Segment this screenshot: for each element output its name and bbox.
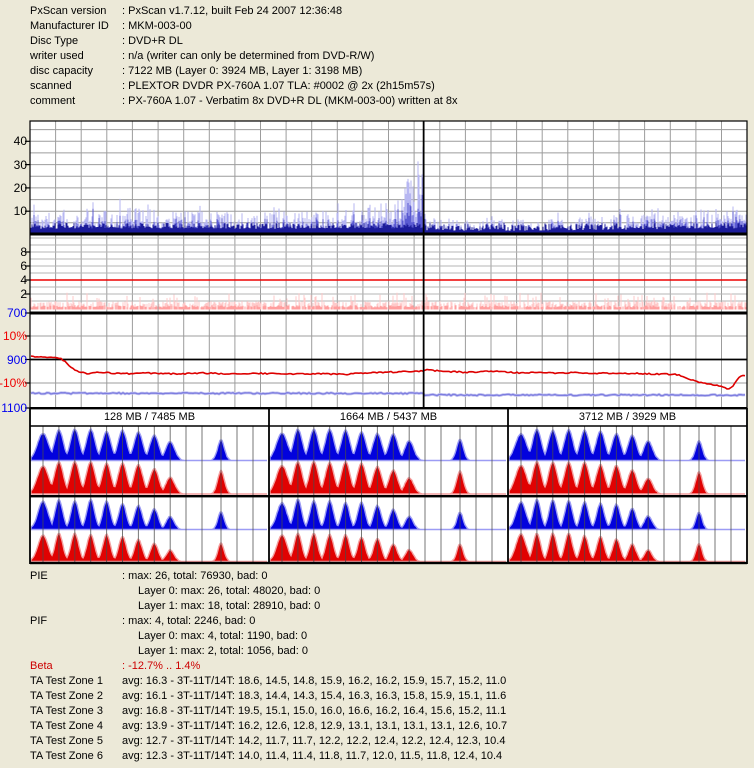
info-label: Disc Type: [30, 34, 122, 49]
summary-value: : -12.7% .. 1.4%: [122, 659, 200, 674]
summary-value: Layer 1: max: 18, total: 28910, bad: 0: [122, 599, 320, 614]
info-row: disc capacity: 7122 MB (Layer 0: 3924 MB…: [30, 64, 750, 79]
info-row: Manufacturer ID: MKM-003-00: [30, 19, 750, 34]
info-row: PxScan version: PxScan v1.7.12, built Fe…: [30, 4, 750, 19]
summary-row: TA Test Zone 4avg: 13.9 - 3T-11T/14T: 16…: [30, 719, 754, 734]
pif-axis-tick-8: 8: [20, 245, 27, 259]
summary-label: TA Test Zone 3: [30, 704, 122, 719]
info-value: : DVD+R DL: [122, 34, 183, 49]
summary-label: TA Test Zone 5: [30, 734, 122, 749]
info-row: writer used: n/a (writer can only be det…: [30, 49, 750, 64]
summary-row: Layer 1: max: 2, total: 1056, bad: 0: [30, 644, 754, 659]
beta-axis-tick-900: 900: [7, 353, 27, 367]
beta-axis-tick-minus10pct: -10%: [0, 376, 27, 390]
summary-value: Layer 0: max: 4, total: 1190, bad: 0: [122, 629, 307, 644]
summary-row: Beta: -12.7% .. 1.4%: [30, 659, 754, 674]
summary-value: avg: 13.9 - 3T-11T/14T: 16.2, 12.6, 12.8…: [122, 719, 507, 734]
histogram-zone-header-1: 128 MB / 7485 MB: [30, 410, 269, 425]
summary-row: PIE: max: 26, total: 76930, bad: 0: [30, 569, 754, 584]
pie-axis-tick-40: 40: [14, 134, 27, 148]
info-row: scanned: PLEXTOR DVDR PX-760A 1.07 TLA: …: [30, 79, 750, 94]
summary-row: TA Test Zone 2avg: 16.1 - 3T-11T/14T: 18…: [30, 689, 754, 704]
summary-row: TA Test Zone 5avg: 12.7 - 3T-11T/14T: 14…: [30, 734, 754, 749]
summary-value: avg: 16.8 - 3T-11T/14T: 19.5, 15.1, 15.0…: [122, 704, 506, 719]
info-label: PxScan version: [30, 4, 122, 19]
info-label: scanned: [30, 79, 122, 94]
summary-label: TA Test Zone 6: [30, 749, 122, 764]
beta-axis-tick-700: 700: [7, 306, 27, 320]
summary-row: Layer 0: max: 4, total: 1190, bad: 0: [30, 629, 754, 644]
info-label: writer used: [30, 49, 122, 64]
summary-row: TA Test Zone 6avg: 12.3 - 3T-11T/14T: 14…: [30, 749, 754, 764]
summary-value: avg: 16.3 - 3T-11T/14T: 18.6, 14.5, 14.8…: [122, 674, 506, 689]
histogram-zone-header-2: 1664 MB / 5437 MB: [269, 410, 508, 425]
info-value: : PX-760A 1.07 - Verbatim 8x DVD+R DL (M…: [122, 94, 458, 109]
info-value: : PxScan v1.7.12, built Feb 24 2007 12:3…: [122, 4, 342, 19]
info-row: Disc Type: DVD+R DL: [30, 34, 750, 49]
pie-axis-tick-10: 10: [14, 204, 27, 218]
scan-summary: PIE: max: 26, total: 76930, bad: 0 Layer…: [30, 569, 754, 764]
summary-value: : max: 26, total: 76930, bad: 0: [122, 569, 268, 584]
pif-axis-tick-6: 6: [20, 259, 27, 273]
info-value: : PLEXTOR DVDR PX-760A 1.07 TLA: #0002 @…: [122, 79, 435, 94]
pie-axis-tick-20: 20: [14, 181, 27, 195]
summary-value: avg: 12.3 - 3T-11T/14T: 14.0, 11.4, 11.4…: [122, 749, 502, 764]
info-value: : n/a (writer can only be determined fro…: [122, 49, 374, 64]
info-value: : 7122 MB (Layer 0: 3924 MB, Layer 1: 31…: [122, 64, 362, 79]
summary-row: TA Test Zone 3avg: 16.8 - 3T-11T/14T: 19…: [30, 704, 754, 719]
summary-row: Layer 0: max: 26, total: 48020, bad: 0: [30, 584, 754, 599]
histogram-zone-header-3: 3712 MB / 3929 MB: [508, 410, 747, 425]
info-label: Manufacturer ID: [30, 19, 122, 34]
summary-row: TA Test Zone 1avg: 16.3 - 3T-11T/14T: 18…: [30, 674, 754, 689]
summary-value: avg: 16.1 - 3T-11T/14T: 18.3, 14.4, 14.3…: [122, 689, 506, 704]
beta-axis-tick-1100: 1100: [1, 401, 27, 415]
summary-label: TA Test Zone 2: [30, 689, 122, 704]
summary-value: Layer 0: max: 26, total: 48020, bad: 0: [122, 584, 320, 599]
summary-value: : max: 4, total: 2246, bad: 0: [122, 614, 255, 629]
summary-label: TA Test Zone 1: [30, 674, 122, 689]
scan-info-header: PxScan version: PxScan v1.7.12, built Fe…: [30, 4, 750, 109]
summary-label: Beta: [30, 659, 122, 674]
info-row: comment: PX-760A 1.07 - Verbatim 8x DVD+…: [30, 94, 750, 109]
summary-value: avg: 12.7 - 3T-11T/14T: 14.2, 11.7, 11.7…: [122, 734, 505, 749]
summary-value: Layer 1: max: 2, total: 1056, bad: 0: [122, 644, 308, 659]
info-label: disc capacity: [30, 64, 122, 79]
pif-axis-tick-2: 2: [20, 287, 27, 301]
summary-label: TA Test Zone 4: [30, 719, 122, 734]
info-value: : MKM-003-00: [122, 19, 192, 34]
info-label: comment: [30, 94, 122, 109]
summary-row: Layer 1: max: 18, total: 28910, bad: 0: [30, 599, 754, 614]
summary-label: PIF: [30, 614, 122, 629]
summary-label: PIE: [30, 569, 122, 584]
beta-axis-tick-plus10pct: 10%: [3, 329, 27, 343]
pif-axis-tick-4: 4: [20, 273, 27, 287]
summary-row: PIF: max: 4, total: 2246, bad: 0: [30, 614, 754, 629]
pie-axis-tick-30: 30: [14, 158, 27, 172]
pxscan-report: { "colors": { "page_bg": "#ece9d8", "cha…: [0, 0, 754, 768]
